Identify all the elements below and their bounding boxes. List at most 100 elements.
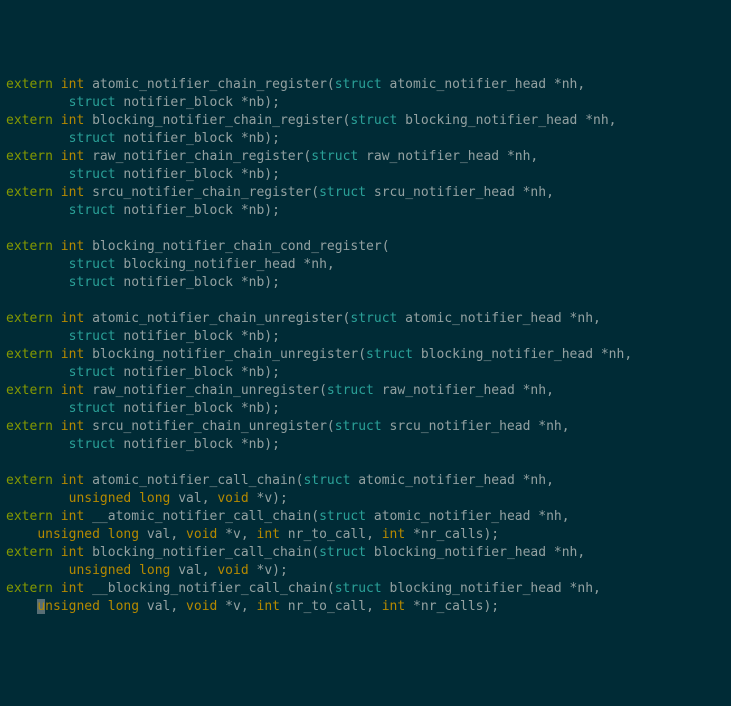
keyword-struct: struct: [327, 383, 374, 398]
code-text: __blocking_notifier_call_chain(: [84, 581, 334, 596]
keyword-int: int: [61, 545, 84, 560]
code-text: blocking_notifier_head *nh,: [366, 545, 585, 560]
keyword-int: int: [257, 599, 280, 614]
keyword-struct: struct: [335, 77, 382, 92]
keyword-int: int: [61, 383, 84, 398]
keyword-struct: struct: [319, 185, 366, 200]
code-text: blocking_notifier_head *nh,: [116, 257, 335, 272]
keyword-struct: struct: [335, 581, 382, 596]
keyword-extern: extern: [6, 383, 53, 398]
keyword-struct: struct: [303, 473, 350, 488]
code-text: val,: [139, 527, 186, 542]
keyword-struct: struct: [350, 311, 397, 326]
code-text: srcu_notifier_head *nh,: [366, 185, 554, 200]
code-text: atomic_notifier_call_chain(: [84, 473, 303, 488]
keyword-void: void: [217, 491, 248, 506]
code-text: *v);: [249, 491, 288, 506]
keyword-int: int: [61, 185, 84, 200]
code-text: notifier_block *nb);: [116, 275, 280, 290]
keyword-int: int: [61, 419, 84, 434]
code-text: atomic_notifier_chain_register(: [84, 77, 334, 92]
code-text: srcu_notifier_chain_register(: [84, 185, 319, 200]
code-text: atomic_notifier_head *nh,: [350, 473, 554, 488]
keyword-int: int: [61, 347, 84, 362]
keyword-struct: struct: [335, 419, 382, 434]
code-viewport[interactable]: extern int atomic_notifier_chain_registe…: [6, 76, 725, 616]
code-text: *v,: [217, 527, 256, 542]
code-text: val,: [170, 491, 217, 506]
keyword-int: int: [61, 311, 84, 326]
keyword-struct: struct: [69, 257, 116, 272]
keyword-void: void: [217, 563, 248, 578]
code-text: *v);: [249, 563, 288, 578]
code-text: blocking_notifier_chain_register(: [84, 113, 350, 128]
keyword-extern: extern: [6, 77, 53, 92]
code-text: atomic_notifier_head *nh,: [366, 509, 570, 524]
keyword-struct: struct: [69, 167, 116, 182]
keyword-int: int: [382, 527, 405, 542]
keyword-extern: extern: [6, 149, 53, 164]
code-text: atomic_notifier_head *nh,: [382, 77, 586, 92]
code-text: val,: [170, 563, 217, 578]
code-text: raw_notifier_head *nh,: [358, 149, 538, 164]
code-text: nr_to_call,: [280, 527, 382, 542]
code-text: blocking_notifier_head *nh,: [382, 581, 601, 596]
code-text: __atomic_notifier_call_chain(: [84, 509, 319, 524]
code-text: notifier_block *nb);: [116, 95, 280, 110]
keyword-unsigned-tail: nsigned: [45, 599, 100, 614]
keyword-extern: extern: [6, 545, 53, 560]
keyword-struct: struct: [69, 401, 116, 416]
keyword-extern: extern: [6, 239, 53, 254]
keyword-struct: struct: [69, 131, 116, 146]
code-text: raw_notifier_chain_register(: [84, 149, 311, 164]
code-text: atomic_notifier_chain_unregister(: [84, 311, 350, 326]
code-text: notifier_block *nb);: [116, 437, 280, 452]
keyword-unsigned: unsigned: [37, 527, 100, 542]
keyword-extern: extern: [6, 113, 53, 128]
code-text: blocking_notifier_head *nh,: [413, 347, 632, 362]
keyword-extern: extern: [6, 419, 53, 434]
code-text: srcu_notifier_head *nh,: [382, 419, 570, 434]
keyword-extern: extern: [6, 581, 53, 596]
code-text: srcu_notifier_chain_unregister(: [84, 419, 334, 434]
code-text: *v,: [217, 599, 256, 614]
code-text: notifier_block *nb);: [116, 131, 280, 146]
code-text: raw_notifier_head *nh,: [374, 383, 554, 398]
code-text: notifier_block *nb);: [116, 329, 280, 344]
code-text: *nr_calls);: [405, 599, 499, 614]
keyword-long: long: [108, 599, 139, 614]
keyword-unsigned: unsigned: [69, 491, 132, 506]
keyword-struct: struct: [69, 275, 116, 290]
code-text: notifier_block *nb);: [116, 401, 280, 416]
code-text: notifier_block *nb);: [116, 203, 280, 218]
code-text: nr_to_call,: [280, 599, 382, 614]
code-text: blocking_notifier_call_chain(: [84, 545, 319, 560]
keyword-void: void: [186, 527, 217, 542]
keyword-int: int: [382, 599, 405, 614]
keyword-extern: extern: [6, 347, 53, 362]
keyword-long: long: [139, 563, 170, 578]
code-text: blocking_notifier_head *nh,: [397, 113, 616, 128]
keyword-struct: struct: [366, 347, 413, 362]
code-text: blocking_notifier_chain_cond_register(: [84, 239, 389, 254]
keyword-int: int: [61, 473, 84, 488]
code-text: *nr_calls);: [405, 527, 499, 542]
keyword-struct: struct: [350, 113, 397, 128]
keyword-int: int: [61, 239, 84, 254]
keyword-struct: struct: [69, 203, 116, 218]
keyword-extern: extern: [6, 473, 53, 488]
code-text: val,: [139, 599, 186, 614]
keyword-struct: struct: [69, 329, 116, 344]
keyword-int: int: [257, 527, 280, 542]
keyword-long: long: [139, 491, 170, 506]
keyword-int: int: [61, 77, 84, 92]
code-text: notifier_block *nb);: [116, 167, 280, 182]
keyword-unsigned: unsigned: [69, 563, 132, 578]
keyword-int: int: [61, 149, 84, 164]
keyword-struct: struct: [311, 149, 358, 164]
keyword-struct: struct: [319, 545, 366, 560]
keyword-int: int: [61, 581, 84, 596]
code-text: blocking_notifier_chain_unregister(: [84, 347, 366, 362]
cursor: u: [37, 599, 45, 614]
keyword-int: int: [61, 509, 84, 524]
